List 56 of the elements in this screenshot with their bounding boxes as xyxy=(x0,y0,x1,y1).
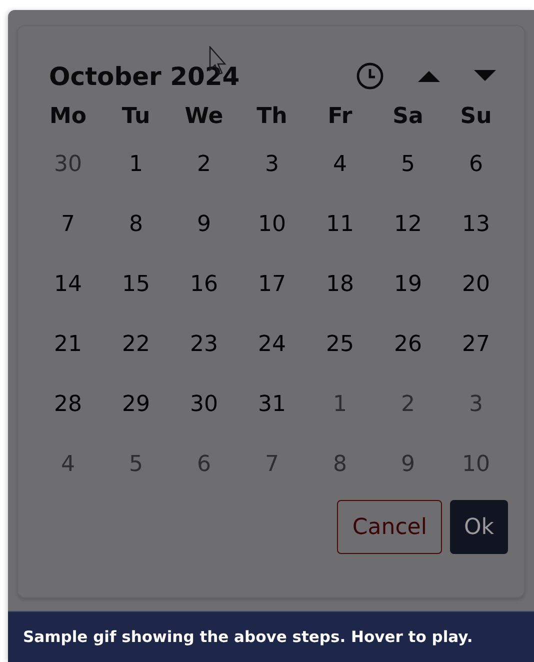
day-cell[interactable]: 17 xyxy=(258,272,286,298)
day-cell[interactable]: 26 xyxy=(394,332,422,358)
day-cell[interactable]: 2 xyxy=(197,152,211,178)
day-cell[interactable]: 2 xyxy=(401,392,415,418)
weekday-label: Fr xyxy=(328,104,352,129)
cancel-button[interactable]: Cancel xyxy=(337,500,442,554)
day-cell[interactable]: 30 xyxy=(54,152,82,178)
clock-icon[interactable] xyxy=(356,62,384,90)
day-cell[interactable]: 7 xyxy=(61,212,75,238)
day-cell[interactable]: 5 xyxy=(401,152,415,178)
weekday-label: Mo xyxy=(49,104,86,129)
day-cell[interactable]: 16 xyxy=(190,272,218,298)
day-cell[interactable]: 5 xyxy=(129,452,143,478)
day-cell[interactable]: 8 xyxy=(129,212,143,238)
day-cell[interactable]: 31 xyxy=(258,392,286,418)
day-cell[interactable]: 9 xyxy=(197,212,211,238)
day-cell[interactable]: 10 xyxy=(462,452,490,478)
day-cell[interactable]: 4 xyxy=(61,452,75,478)
caret-up-icon[interactable] xyxy=(418,70,440,82)
month-title: October 2024 xyxy=(49,62,240,90)
day-cell[interactable]: 13 xyxy=(462,212,490,238)
weekday-label: Th xyxy=(256,104,288,129)
day-cell[interactable]: 4 xyxy=(333,152,347,178)
day-cell[interactable]: 23 xyxy=(190,332,218,358)
day-cell[interactable]: 3 xyxy=(469,392,483,418)
day-cell[interactable]: 6 xyxy=(469,152,483,178)
day-cell[interactable]: 1 xyxy=(129,152,143,178)
day-cell[interactable]: 14 xyxy=(54,272,82,298)
day-cell[interactable]: 9 xyxy=(401,452,415,478)
day-cell[interactable]: 10 xyxy=(258,212,286,238)
day-cell[interactable]: 11 xyxy=(326,212,354,238)
day-cell[interactable]: 6 xyxy=(197,452,211,478)
day-cell[interactable]: 18 xyxy=(326,272,354,298)
day-cell[interactable]: 25 xyxy=(326,332,354,358)
caption-text: Sample gif showing the above steps. Hover to play. xyxy=(23,628,473,646)
day-cell[interactable]: 21 xyxy=(54,332,82,358)
day-cell[interactable]: 30 xyxy=(190,392,218,418)
weekday-label: Su xyxy=(460,104,492,129)
day-cell[interactable]: 22 xyxy=(122,332,150,358)
day-cell[interactable]: 3 xyxy=(265,152,279,178)
day-cell[interactable]: 19 xyxy=(394,272,422,298)
day-cell[interactable]: 27 xyxy=(462,332,490,358)
day-cell[interactable]: 8 xyxy=(333,452,347,478)
day-cell[interactable]: 12 xyxy=(394,212,422,238)
weekday-label: We xyxy=(184,104,224,129)
day-cell[interactable]: 1 xyxy=(333,392,347,418)
ok-button[interactable]: Ok xyxy=(450,500,508,554)
day-cell[interactable]: 20 xyxy=(462,272,490,298)
caret-down-icon[interactable] xyxy=(474,70,496,82)
weekday-label: Tu xyxy=(122,104,150,129)
day-cell[interactable]: 28 xyxy=(54,392,82,418)
day-cell[interactable]: 24 xyxy=(258,332,286,358)
weekday-label: Sa xyxy=(392,104,424,129)
day-cell[interactable]: 7 xyxy=(265,452,279,478)
day-cell[interactable]: 15 xyxy=(122,272,150,298)
day-cell[interactable]: 29 xyxy=(122,392,150,418)
